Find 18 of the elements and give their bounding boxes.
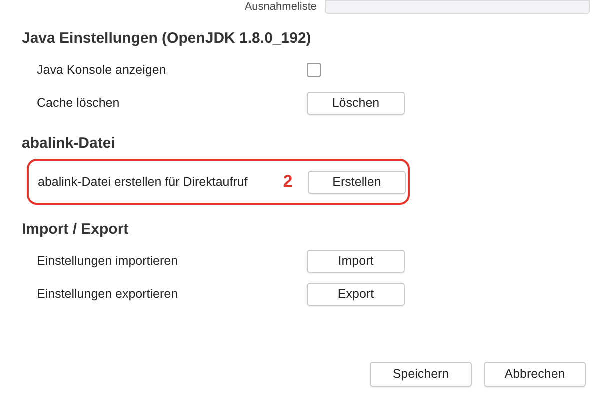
dialog-button[interactable]: Abbrechen — [484, 362, 586, 387]
setting-label: Java Konsole anzeigen — [37, 62, 168, 79]
checkbox[interactable] — [307, 63, 321, 77]
action-button[interactable]: Erstellen — [308, 170, 406, 194]
setting-label: Einstellungen exportieren — [37, 286, 180, 303]
dialog-button[interactable]: Speichern — [370, 362, 472, 387]
action-button[interactable]: Löschen — [307, 92, 405, 114]
setting-label: Cache löschen — [37, 94, 121, 112]
section-heading: Java Einstellungen (OpenJDK 1.8.0_192) — [22, 29, 312, 49]
setting-label: abalink-Datei erstellen für Direktaufruf — [38, 174, 249, 191]
section-heading: Import / Export — [22, 220, 130, 240]
exception-list-field[interactable] — [325, 0, 590, 14]
action-button[interactable]: Import — [307, 250, 405, 272]
callout-number: 2 — [283, 171, 293, 194]
setting-label: Einstellungen importieren — [37, 252, 180, 270]
section-heading: abalink-Datei — [22, 134, 116, 154]
field-label: Ausnahmeliste — [244, 2, 318, 12]
action-button[interactable]: Export — [307, 282, 405, 306]
